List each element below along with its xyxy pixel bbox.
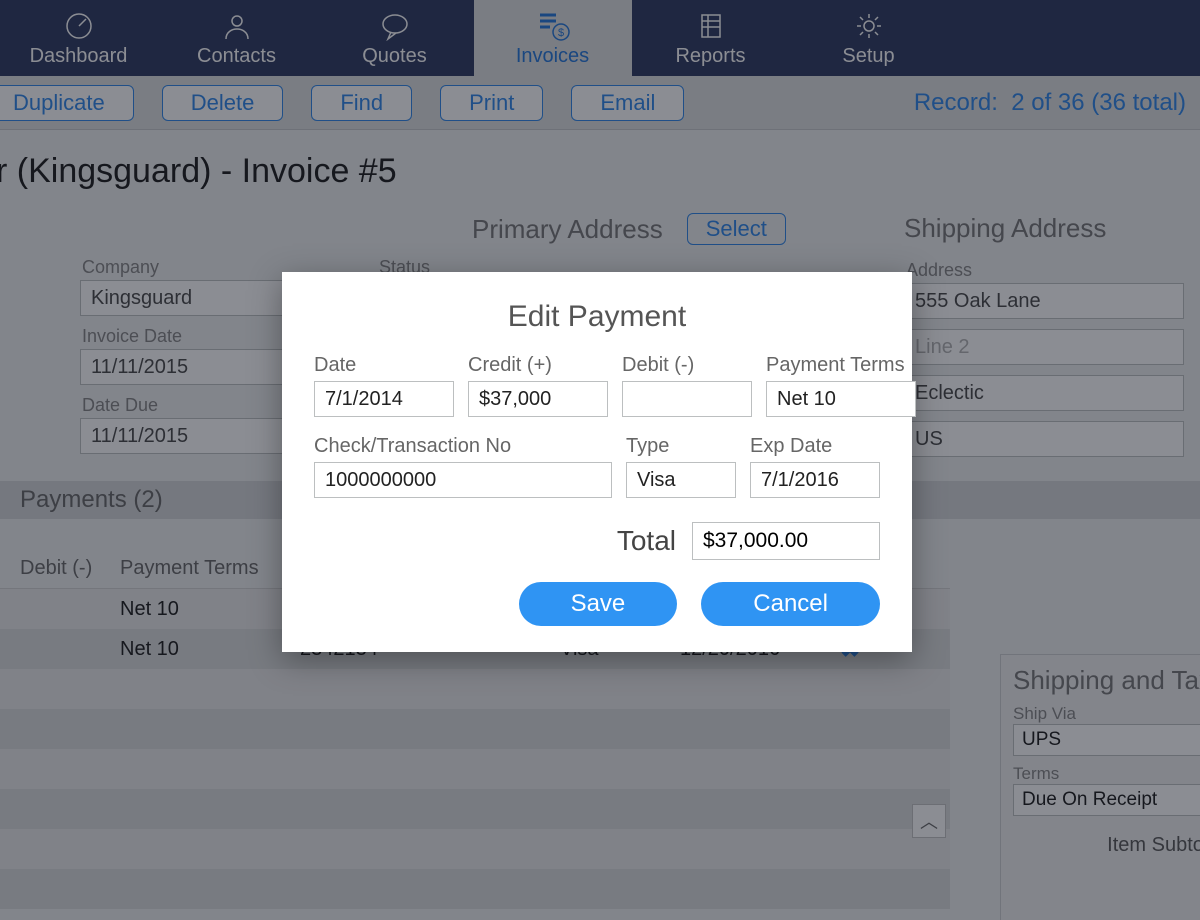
modal-terms-label: Payment Terms — [766, 354, 916, 377]
edit-payment-modal: Edit Payment Date Credit (+) Debit (-) P… — [282, 272, 912, 652]
modal-date-input[interactable] — [314, 381, 454, 417]
modal-total-input[interactable] — [692, 522, 880, 560]
cancel-button[interactable]: Cancel — [701, 582, 880, 626]
modal-credit-input[interactable] — [468, 381, 608, 417]
modal-txn-label: Check/Transaction No — [314, 435, 612, 458]
save-button[interactable]: Save — [519, 582, 678, 626]
modal-title: Edit Payment — [314, 300, 880, 334]
modal-debit-label: Debit (-) — [622, 354, 752, 377]
modal-type-label: Type — [626, 435, 736, 458]
modal-exp-label: Exp Date — [750, 435, 880, 458]
modal-exp-input[interactable] — [750, 462, 880, 498]
modal-type-input[interactable] — [626, 462, 736, 498]
modal-total-label: Total — [617, 525, 676, 557]
modal-credit-label: Credit (+) — [468, 354, 608, 377]
modal-txn-input[interactable] — [314, 462, 612, 498]
modal-terms-input[interactable] — [766, 381, 916, 417]
modal-debit-input[interactable] — [622, 381, 752, 417]
modal-date-label: Date — [314, 354, 454, 377]
